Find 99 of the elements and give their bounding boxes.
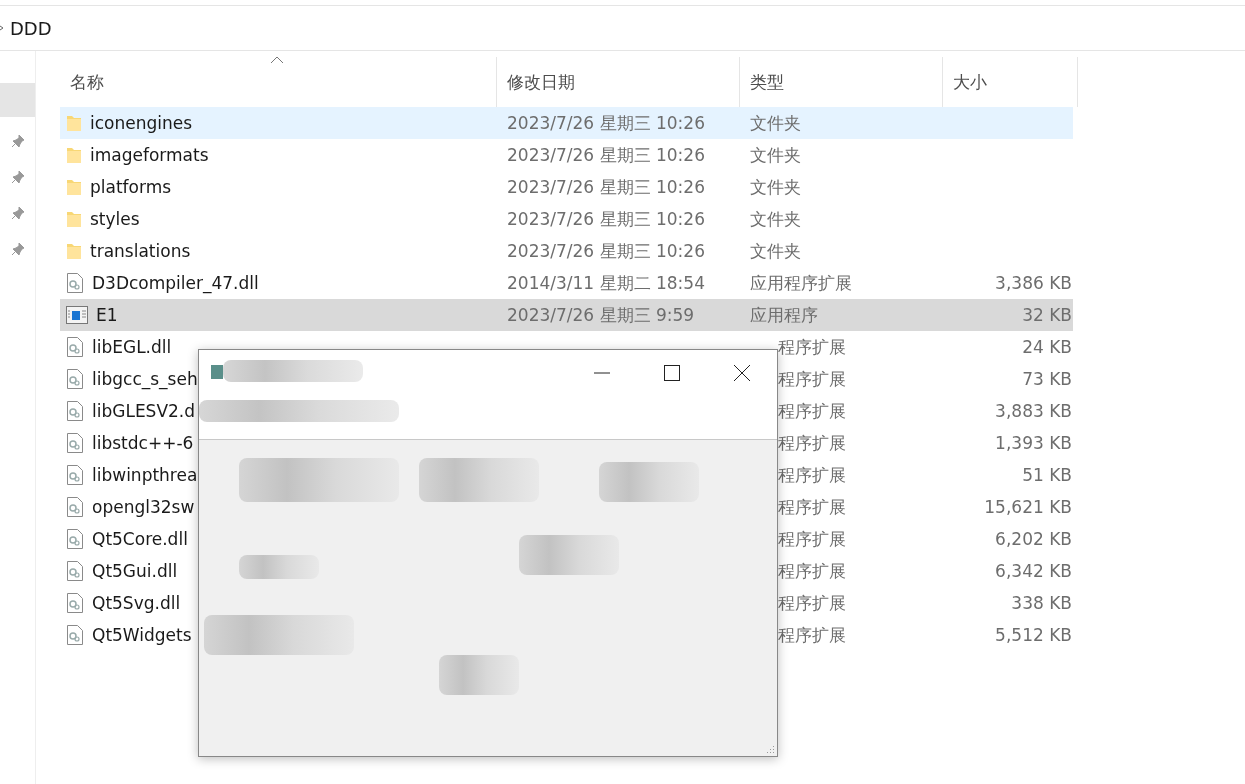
gear-file-icon — [66, 369, 84, 389]
file-type: 程序扩展 — [777, 592, 846, 613]
file-size: 32 KB — [1021, 305, 1073, 325]
file-name: Qt5Svg.dll — [92, 593, 181, 613]
file-size: 15,621 KB — [983, 497, 1073, 517]
pin-icon[interactable] — [10, 170, 25, 184]
file-row[interactable]: D3Dcompiler_47.dll 2014/3/11 星期二 18:54 应用程序扩展 3,386 KB — [60, 267, 1073, 299]
file-row[interactable]: platforms 2023/7/26 星期三 10:26 文件夹 — [60, 171, 1073, 203]
file-type: 应用程序扩展 — [749, 272, 852, 293]
file-name: Qt5Gui.dll — [92, 561, 178, 581]
application-icon — [66, 306, 88, 324]
folder-icon — [66, 114, 82, 132]
file-type: 程序扩展 — [777, 560, 846, 581]
file-type: 程序扩展 — [777, 368, 846, 389]
chevron-icon — [0, 24, 4, 32]
file-name: opengl32sw — [92, 497, 195, 517]
file-name: platforms — [90, 177, 172, 197]
folder-icon — [66, 178, 82, 196]
file-row[interactable]: Qt5Gui.dll 程序扩展 6,342 KB — [60, 555, 1073, 587]
file-name: D3Dcompiler_47.dll — [92, 273, 259, 293]
file-type: 文件夹 — [749, 176, 801, 197]
file-row[interactable]: opengl32sw 程序扩展 15,621 KB — [60, 491, 1073, 523]
gear-file-icon — [66, 465, 84, 485]
pin-icon[interactable] — [10, 242, 25, 256]
file-row[interactable]: Qt5Widgets 程序扩展 5,512 KB — [60, 619, 1073, 651]
file-type: 程序扩展 — [777, 432, 846, 453]
app-icon — [211, 365, 223, 379]
file-type: 文件夹 — [749, 240, 801, 261]
modified-date: 2023/7/26 星期三 10:26 — [506, 112, 705, 133]
modified-date: 2023/7/26 星期三 10:26 — [506, 176, 705, 197]
breadcrumb-folder[interactable]: DDD — [10, 17, 52, 39]
resize-grip-icon[interactable] — [765, 744, 775, 754]
gear-file-icon — [66, 593, 84, 613]
modified-date: 2014/3/11 星期二 18:54 — [506, 272, 705, 293]
file-type: 文件夹 — [749, 144, 801, 165]
file-size: 338 KB — [1010, 593, 1073, 613]
file-row[interactable]: imageformats 2023/7/26 星期三 10:26 文件夹 — [60, 139, 1073, 171]
file-name: libstdc++-6 — [92, 433, 194, 453]
file-row[interactable]: libEGL.dll 程序扩展 24 KB — [60, 331, 1073, 363]
gear-file-icon — [66, 625, 84, 645]
file-type: 程序扩展 — [777, 496, 846, 517]
file-size: 24 KB — [1021, 337, 1073, 357]
file-name: styles — [90, 209, 140, 229]
file-name: libgcc_s_seh — [92, 369, 198, 389]
file-type: 应用程序 — [749, 304, 818, 325]
folder-icon — [66, 242, 82, 260]
file-size: 5,512 KB — [994, 625, 1073, 645]
file-size: 3,883 KB — [994, 401, 1073, 421]
file-type: 程序扩展 — [777, 336, 846, 357]
file-type: 程序扩展 — [777, 528, 846, 549]
gear-file-icon — [66, 497, 84, 517]
file-row[interactable]: libgcc_s_seh 程序扩展 73 KB — [60, 363, 1073, 395]
file-row[interactable]: iconengines 2023/7/26 星期三 10:26 文件夹 — [60, 107, 1073, 139]
pin-icon[interactable] — [10, 134, 25, 148]
gear-file-icon — [66, 433, 84, 453]
file-type: 程序扩展 — [777, 400, 846, 421]
folder-icon — [66, 146, 82, 164]
modified-date: 2023/7/26 星期三 9:59 — [506, 304, 695, 325]
file-size: 73 KB — [1021, 369, 1073, 389]
file-name: Qt5Core.dll — [92, 529, 188, 549]
file-type: 程序扩展 — [777, 624, 846, 645]
minimize-icon[interactable] — [594, 371, 610, 374]
file-row[interactable]: translations 2023/7/26 星期三 10:26 文件夹 — [60, 235, 1073, 267]
file-row[interactable]: styles 2023/7/26 星期三 10:26 文件夹 — [60, 203, 1073, 235]
file-type: 文件夹 — [749, 112, 801, 133]
file-size: 51 KB — [1021, 465, 1073, 485]
close-icon[interactable] — [734, 364, 750, 381]
file-type: 程序扩展 — [777, 464, 846, 485]
file-name: libEGL.dll — [92, 337, 172, 357]
file-type: 文件夹 — [749, 208, 801, 229]
file-name: iconengines — [90, 113, 193, 133]
gear-file-icon — [66, 273, 84, 293]
file-row[interactable]: E1 2023/7/26 星期三 9:59 应用程序 32 KB — [60, 299, 1073, 331]
file-row[interactable]: libwinpthrea 程序扩展 51 KB — [60, 459, 1073, 491]
file-size: 6,202 KB — [994, 529, 1073, 549]
file-row[interactable]: Qt5Svg.dll 程序扩展 338 KB — [60, 587, 1073, 619]
file-name: translations — [90, 241, 191, 261]
file-row[interactable]: Qt5Core.dll 程序扩展 6,202 KB — [60, 523, 1073, 555]
gear-file-icon — [66, 561, 84, 581]
file-size: 1,393 KB — [994, 433, 1073, 453]
modified-date: 2023/7/26 星期三 10:26 — [506, 144, 705, 165]
gear-file-icon — [66, 529, 84, 549]
gear-file-icon — [66, 401, 84, 421]
file-name: E1 — [96, 305, 118, 325]
file-name: libGLESV2.d — [92, 401, 196, 421]
gear-file-icon — [66, 337, 84, 357]
file-name: libwinpthrea — [92, 465, 198, 485]
file-row[interactable]: libGLESV2.d 程序扩展 3,883 KB — [60, 395, 1073, 427]
maximize-icon[interactable] — [664, 364, 680, 381]
file-size: 6,342 KB — [994, 561, 1073, 581]
modified-date: 2023/7/26 星期三 10:26 — [506, 208, 705, 229]
sort-caret-icon — [270, 56, 284, 64]
pin-icon[interactable] — [10, 206, 25, 220]
file-name: imageformats — [90, 145, 209, 165]
folder-icon — [66, 210, 82, 228]
file-name: Qt5Widgets — [92, 625, 192, 645]
modified-date: 2023/7/26 星期三 10:26 — [506, 240, 705, 261]
file-size: 3,386 KB — [994, 273, 1073, 293]
file-row[interactable]: libstdc++-6 程序扩展 1,393 KB — [60, 427, 1073, 459]
